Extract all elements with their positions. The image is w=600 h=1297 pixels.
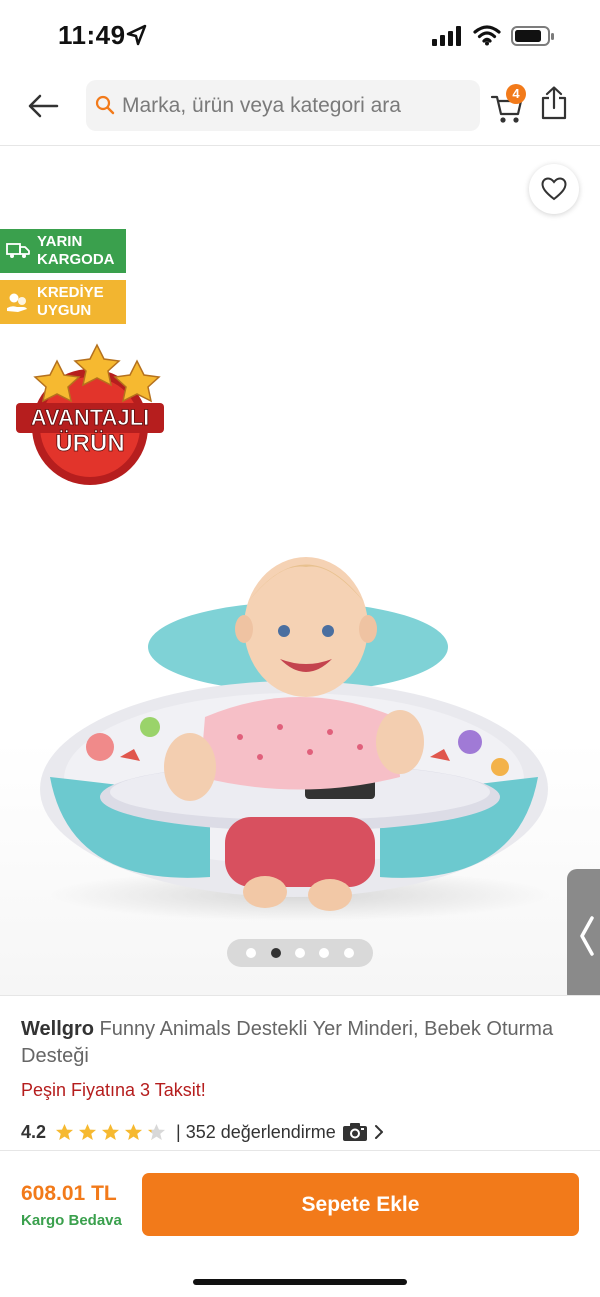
- star-icon: [56, 1123, 74, 1141]
- search-icon: [95, 95, 115, 115]
- battery-icon: [511, 26, 554, 46]
- brand-name[interactable]: Wellgro: [21, 1018, 94, 1040]
- product-info: Wellgro Funny Animals Destekli Yer Minde…: [0, 995, 600, 1150]
- product-image-carousel[interactable]: YARIN KARGODA KREDİYE UYGUN AVANTAJLI ÜR…: [0, 147, 600, 995]
- free-shipping-label: Kargo Bedava: [21, 1212, 122, 1229]
- star-icon: [102, 1123, 120, 1141]
- pager-dot-active[interactable]: [270, 948, 281, 958]
- add-to-cart-button[interactable]: Sepete Ekle: [142, 1173, 579, 1236]
- review-count[interactable]: | 352 değerlendirme: [176, 1122, 336, 1143]
- pager-dot[interactable]: [294, 948, 305, 958]
- hand-coins-icon: [7, 293, 27, 312]
- signal-icon: [432, 26, 461, 46]
- status-time: 11:49: [58, 20, 126, 50]
- chevron-left-icon: [580, 916, 594, 956]
- product-name: Funny Animals Destekli Yer Minderi, Bebe…: [21, 1018, 554, 1067]
- badge-line-2: ÜRÜN: [55, 430, 124, 457]
- cart-count-badge: 4: [506, 84, 526, 104]
- share-icon: [541, 86, 567, 120]
- tag-credit-eligible: KREDİYE UYGUN: [0, 280, 126, 324]
- purchase-bar: 608.01 TL Kargo Bedava Sepete Ekle: [0, 1150, 600, 1297]
- tag-next-day-shipping: YARIN KARGODA: [0, 229, 126, 273]
- share-button[interactable]: [540, 86, 572, 126]
- camera-icon: [342, 1123, 367, 1141]
- home-indicator[interactable]: [193, 1279, 407, 1285]
- installment-note: Peşin Fiyatına 3 Taksit!: [21, 1080, 206, 1100]
- status-bar: 11:49: [0, 0, 600, 70]
- location-arrow-icon: [126, 24, 147, 46]
- image-pager[interactable]: [227, 939, 373, 967]
- tag-label: YARIN KARGODA: [37, 233, 115, 268]
- pager-dot[interactable]: [246, 948, 257, 958]
- rating-row[interactable]: 4.2 | 352 değerlendirme: [21, 1120, 384, 1144]
- star-icon: [125, 1123, 143, 1141]
- top-navigation: 4: [0, 70, 600, 146]
- pager-dot[interactable]: [319, 948, 330, 958]
- wifi-icon: [473, 25, 501, 46]
- tag-label: KREDİYE UYGUN: [37, 284, 104, 319]
- search-input[interactable]: [122, 90, 472, 122]
- chevron-right-icon: [374, 1125, 383, 1139]
- favorite-button[interactable]: [529, 164, 579, 214]
- star-icon: [79, 1123, 97, 1141]
- star-half-icon: [148, 1123, 166, 1141]
- cart-button[interactable]: 4: [490, 82, 530, 126]
- badge-line-1: AVANTAJLI: [31, 405, 150, 430]
- truck-icon: [6, 243, 30, 258]
- price: 608.01 TL: [21, 1182, 117, 1205]
- search-box[interactable]: [86, 80, 480, 131]
- rating-stars: [55, 1123, 166, 1141]
- advantage-product-badge: AVANTAJLI ÜRÜN: [16, 343, 164, 485]
- back-button[interactable]: [22, 88, 64, 124]
- rating-value: 4.2: [21, 1121, 47, 1142]
- product-title[interactable]: Wellgro Funny Animals Destekli Yer Minde…: [21, 1016, 561, 1070]
- pager-dot[interactable]: [343, 948, 354, 958]
- side-panel-handle[interactable]: [567, 869, 600, 995]
- arrow-left-icon: [28, 94, 59, 118]
- heart-icon: [541, 177, 567, 201]
